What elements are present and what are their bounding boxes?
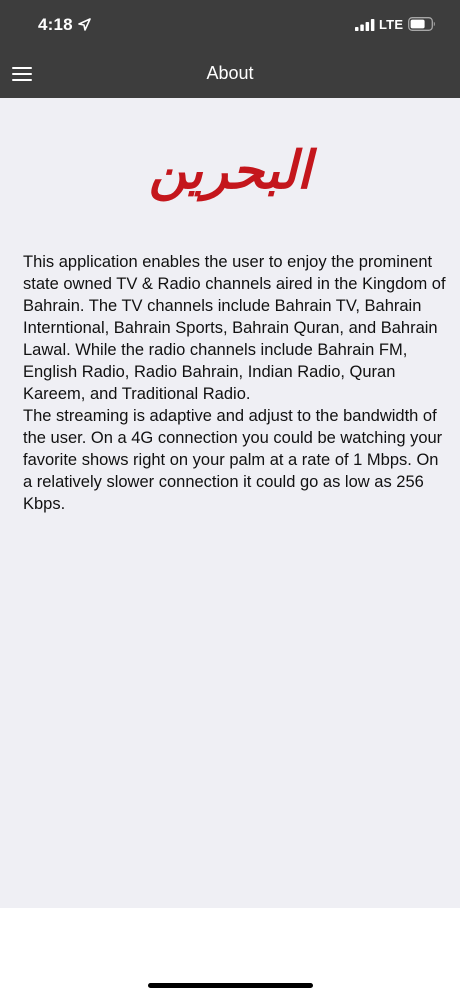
network-type-label: LTE [379, 17, 404, 32]
about-paragraph-2: The streaming is adaptive and adjust to … [23, 407, 443, 513]
home-area [0, 908, 460, 996]
about-content: البحرين This application enables the use… [0, 98, 460, 908]
page-title: About [206, 63, 254, 83]
about-paragraph-1: This application enables the user to enj… [23, 253, 446, 403]
location-arrow-icon [78, 18, 91, 31]
battery-icon [408, 17, 435, 31]
bahrain-logo: البحرين [149, 141, 318, 202]
home-indicator[interactable] [148, 983, 313, 988]
navigation-bar: About [0, 50, 460, 98]
status-time: 4:18 [38, 15, 73, 34]
logo-text: البحرين [149, 141, 318, 202]
cellular-signal-icon [355, 19, 375, 31]
about-description: This application enables the user to enj… [23, 251, 447, 515]
status-bar: 4:18 LTE [0, 0, 460, 50]
